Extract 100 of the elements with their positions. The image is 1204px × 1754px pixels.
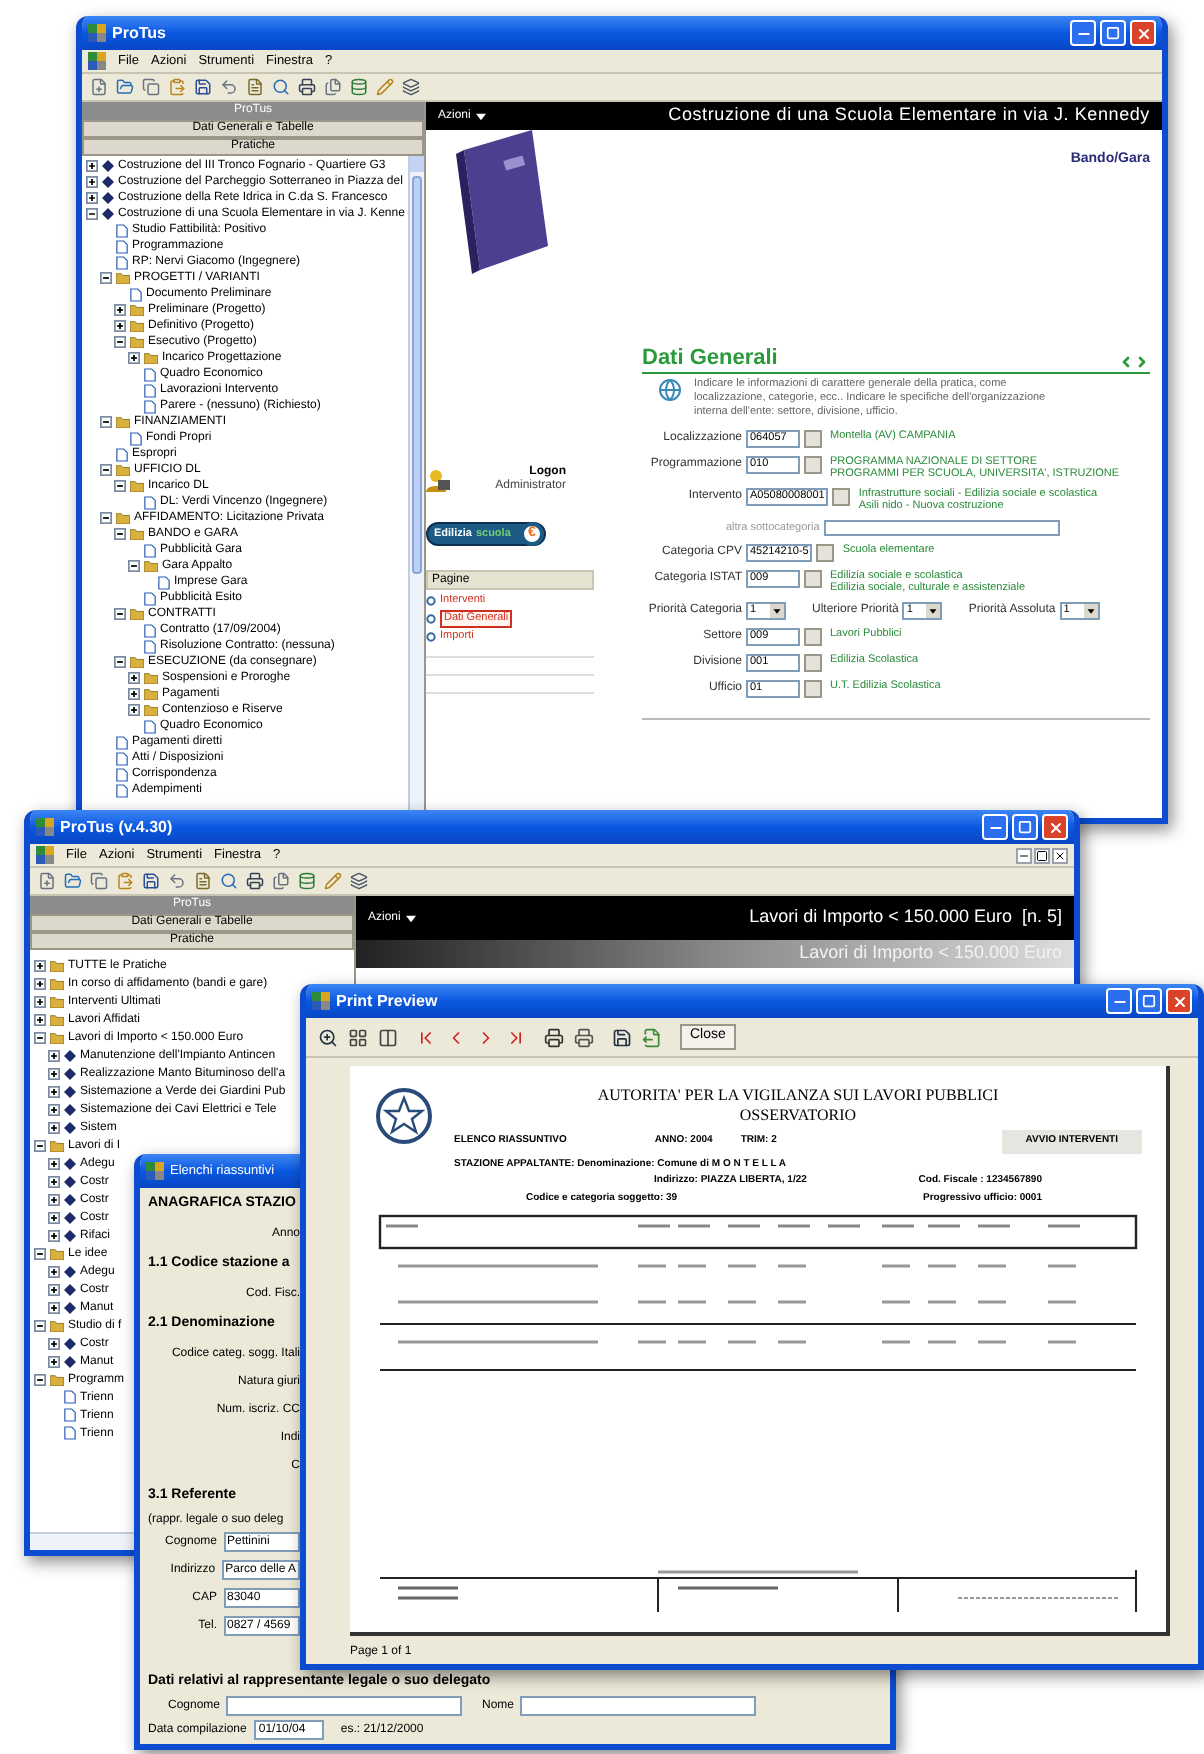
search-icon[interactable] bbox=[272, 78, 290, 96]
maximize-button[interactable] bbox=[1136, 988, 1162, 1014]
previous-icon[interactable] bbox=[1118, 353, 1134, 369]
collapse-toggle[interactable] bbox=[86, 208, 98, 220]
close-button[interactable] bbox=[1042, 814, 1068, 840]
layers-icon[interactable] bbox=[402, 78, 420, 96]
expand-toggle[interactable] bbox=[48, 1175, 60, 1187]
expand-toggle[interactable] bbox=[128, 672, 140, 684]
expand-toggle[interactable] bbox=[34, 995, 46, 1007]
collapse-toggle[interactable] bbox=[100, 512, 112, 524]
minimize-button[interactable] bbox=[1106, 988, 1132, 1014]
minimize-button[interactable] bbox=[1070, 20, 1096, 46]
expand-toggle[interactable] bbox=[48, 1049, 60, 1061]
folder-icon[interactable] bbox=[116, 78, 134, 96]
close-icon[interactable] bbox=[1052, 847, 1068, 863]
expand-toggle[interactable] bbox=[114, 320, 126, 332]
database-icon[interactable] bbox=[298, 872, 316, 890]
collapse-toggle[interactable] bbox=[128, 560, 140, 572]
document-icon[interactable] bbox=[246, 78, 264, 96]
close-button[interactable] bbox=[1130, 20, 1156, 46]
new-file-icon[interactable] bbox=[38, 872, 56, 890]
expand-toggle[interactable] bbox=[34, 1013, 46, 1025]
next-icon[interactable] bbox=[1134, 353, 1150, 369]
collapse-toggle[interactable] bbox=[100, 416, 112, 428]
folder-icon[interactable] bbox=[64, 872, 82, 890]
new-file-icon[interactable] bbox=[90, 78, 108, 96]
expand-toggle[interactable] bbox=[48, 1337, 60, 1349]
maximize-button[interactable] bbox=[1012, 814, 1038, 840]
expand-toggle[interactable] bbox=[128, 688, 140, 700]
app-icon bbox=[36, 846, 54, 864]
undo-icon[interactable] bbox=[220, 78, 238, 96]
paste-icon[interactable] bbox=[116, 872, 134, 890]
document-icon[interactable] bbox=[194, 872, 212, 890]
expand-toggle[interactable] bbox=[114, 304, 126, 316]
expand-toggle[interactable] bbox=[48, 1085, 60, 1097]
collapse-toggle[interactable] bbox=[34, 1031, 46, 1043]
close-button[interactable] bbox=[1166, 988, 1192, 1014]
expand-toggle[interactable] bbox=[48, 1211, 60, 1223]
maximize-button[interactable] bbox=[1100, 20, 1126, 46]
expand-toggle[interactable] bbox=[48, 1283, 60, 1295]
database-icon[interactable] bbox=[350, 78, 368, 96]
expand-toggle[interactable] bbox=[48, 1265, 60, 1277]
expand-toggle[interactable] bbox=[48, 1229, 60, 1241]
input-field[interactable] bbox=[823, 519, 1060, 536]
two-page-icon[interactable] bbox=[378, 1027, 398, 1047]
paste-icon[interactable] bbox=[168, 78, 186, 96]
expand-toggle[interactable] bbox=[34, 959, 46, 971]
expand-toggle[interactable] bbox=[48, 1355, 60, 1367]
collapse-toggle[interactable] bbox=[114, 336, 126, 348]
collapse-toggle[interactable] bbox=[114, 528, 126, 540]
edit-icon[interactable] bbox=[324, 872, 342, 890]
save-icon[interactable] bbox=[194, 78, 212, 96]
search-icon[interactable] bbox=[220, 872, 238, 890]
expand-toggle[interactable] bbox=[48, 1067, 60, 1079]
last-page-icon[interactable] bbox=[506, 1027, 526, 1047]
collapse-toggle[interactable] bbox=[34, 1373, 46, 1385]
expand-toggle[interactable] bbox=[128, 704, 140, 716]
printer-icon[interactable] bbox=[298, 78, 316, 96]
expand-toggle[interactable] bbox=[128, 352, 140, 364]
collapse-toggle[interactable] bbox=[114, 480, 126, 492]
collapse-toggle[interactable] bbox=[34, 1319, 46, 1331]
zoom-icon[interactable] bbox=[318, 1027, 338, 1047]
expand-toggle[interactable] bbox=[48, 1157, 60, 1169]
grid-icon[interactable] bbox=[348, 1027, 368, 1047]
save-icon[interactable] bbox=[142, 872, 160, 890]
window-title: Print Preview bbox=[336, 989, 438, 1013]
minimize-icon[interactable] bbox=[1016, 847, 1032, 863]
collapse-toggle[interactable] bbox=[100, 272, 112, 284]
expand-toggle[interactable] bbox=[86, 192, 98, 204]
expand-toggle[interactable] bbox=[48, 1103, 60, 1115]
expand-toggle[interactable] bbox=[34, 977, 46, 989]
emblem-drawing bbox=[374, 1086, 434, 1146]
minimize-button[interactable] bbox=[982, 814, 1008, 840]
expand-toggle[interactable] bbox=[48, 1193, 60, 1205]
first-page-icon[interactable] bbox=[416, 1027, 436, 1047]
copy-icon[interactable] bbox=[90, 872, 108, 890]
printer-icon[interactable] bbox=[246, 872, 264, 890]
files-icon[interactable] bbox=[324, 78, 342, 96]
layers-icon[interactable] bbox=[350, 872, 368, 890]
files-icon[interactable] bbox=[272, 872, 290, 890]
undo-icon[interactable] bbox=[168, 872, 186, 890]
collapse-toggle[interactable] bbox=[114, 608, 126, 620]
expand-toggle[interactable] bbox=[86, 176, 98, 188]
export-icon[interactable] bbox=[642, 1027, 662, 1047]
collapse-toggle[interactable] bbox=[114, 656, 126, 668]
copy-icon[interactable] bbox=[142, 78, 160, 96]
collapse-toggle[interactable] bbox=[34, 1247, 46, 1259]
folder-icon bbox=[50, 1373, 64, 1385]
restore-icon[interactable] bbox=[1034, 847, 1050, 863]
collapse-toggle[interactable] bbox=[34, 1139, 46, 1151]
printer-icon[interactable] bbox=[574, 1027, 594, 1047]
printer-icon[interactable] bbox=[544, 1027, 564, 1047]
input-field[interactable] bbox=[520, 1696, 756, 1716]
collapse-toggle[interactable] bbox=[100, 464, 112, 476]
input-field[interactable] bbox=[226, 1696, 462, 1716]
edit-icon[interactable] bbox=[376, 78, 394, 96]
save-icon[interactable] bbox=[612, 1027, 632, 1047]
expand-toggle[interactable] bbox=[86, 160, 98, 172]
expand-toggle[interactable] bbox=[48, 1301, 60, 1313]
expand-toggle[interactable] bbox=[48, 1121, 60, 1133]
